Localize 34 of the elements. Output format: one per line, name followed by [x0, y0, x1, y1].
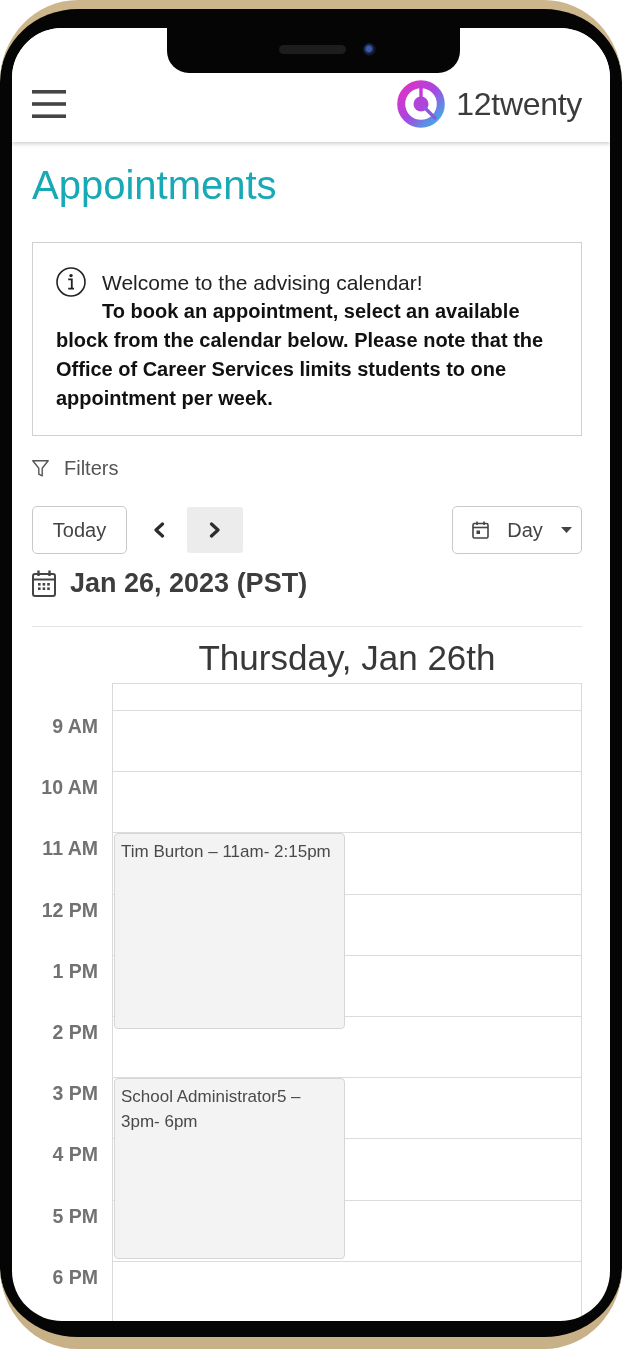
hour-label: 10 AM	[40, 775, 99, 801]
speaker-slot-icon	[279, 45, 346, 54]
camera-lens-icon	[363, 43, 376, 56]
menu-icon	[32, 90, 66, 118]
info-icon	[56, 267, 86, 297]
hour-label: 12 PM	[40, 897, 99, 923]
ring-logo-icon	[397, 80, 446, 128]
calendar-icon	[472, 521, 489, 539]
hour-label: 9 AM	[51, 714, 99, 739]
hour-label: 11 AM	[41, 836, 99, 862]
brand-name: 12twenty	[456, 85, 582, 124]
hour-label: 6 PM	[51, 1264, 99, 1290]
view-dropdown[interactable]: Day	[452, 506, 582, 554]
hour-label: 4 PM	[51, 1142, 99, 1168]
today-button[interactable]: Today	[32, 506, 127, 554]
hour-label: 5 PM	[51, 1203, 99, 1229]
menu-button[interactable]	[32, 90, 66, 118]
calendar-icon	[32, 569, 56, 597]
date-heading: Jan 26, 2023 (PST)	[70, 567, 308, 599]
appointment-block[interactable]: School Administrator5 – 3pm- 6pm	[114, 1078, 345, 1259]
filter-icon	[32, 459, 49, 477]
chevron-left-icon	[152, 522, 166, 538]
welcome-text: Welcome to the advising calendar!	[102, 269, 423, 296]
chevron-right-icon	[208, 522, 222, 538]
appointment-block[interactable]: Tim Burton – 11am- 2:15pm	[114, 833, 345, 1030]
hour-label: 3 PM	[51, 1081, 99, 1107]
caret-down-icon	[561, 527, 572, 533]
hour-label: 1 PM	[51, 958, 99, 984]
page-title: Appointments	[32, 163, 277, 207]
day-title: Thursday, Jan 26th	[197, 638, 497, 678]
filters-button[interactable]: Filters	[32, 456, 119, 480]
notice-message: To book an appointment, select an available block from the calendar below. Please note that the Office of Career Services limits students to one appointment per week.	[56, 299, 545, 411]
next-button[interactable]	[187, 507, 243, 553]
hour-label: 2 PM	[51, 1019, 99, 1045]
